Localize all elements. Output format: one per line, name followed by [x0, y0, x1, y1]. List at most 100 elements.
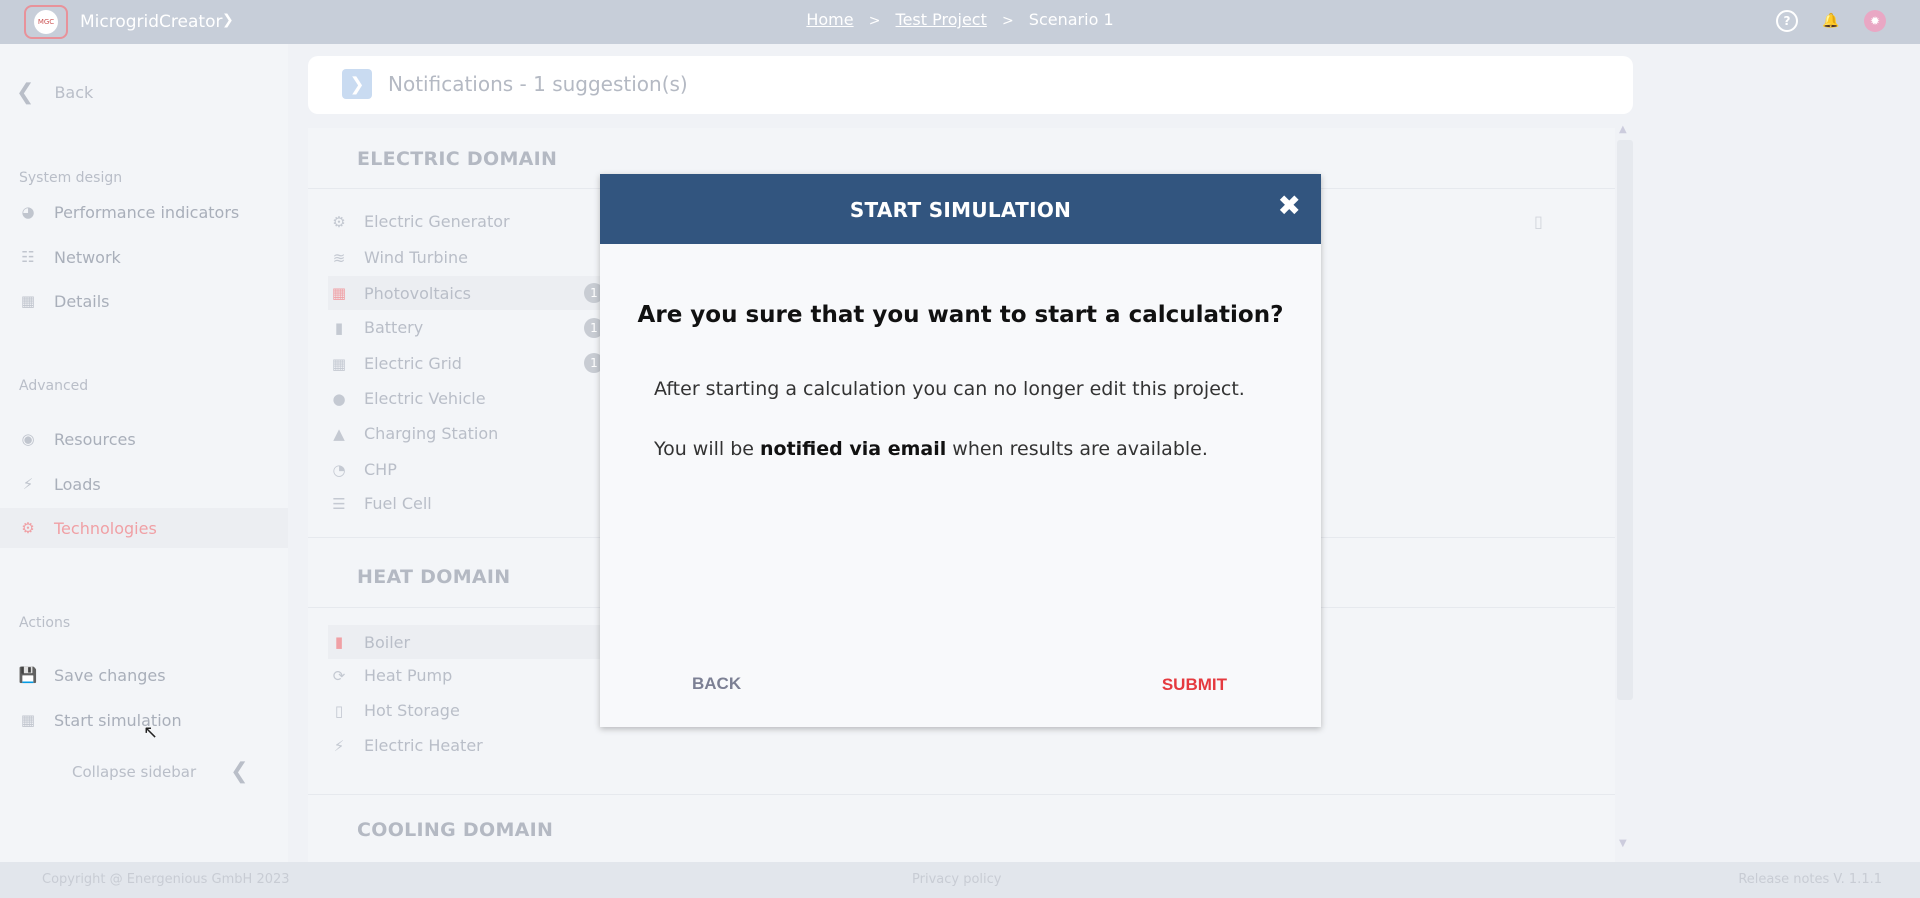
- tech-item-fuel-cell[interactable]: ☰ Fuel Cell: [328, 494, 432, 513]
- breadcrumb-scenario: Scenario 1: [1028, 10, 1114, 29]
- scroll-up-icon[interactable]: ▲: [1619, 124, 1627, 135]
- section-title-system-design: System design: [19, 170, 123, 186]
- car-icon: ●: [332, 389, 346, 408]
- help-icon[interactable]: ?: [1776, 10, 1798, 32]
- tech-item-label: Electric Vehicle: [364, 389, 486, 408]
- refresh-icon: ⟳: [332, 666, 346, 685]
- tech-item-electric-grid[interactable]: ▦ Electric Grid: [328, 354, 462, 373]
- breadcrumb-separator: >: [1001, 13, 1014, 29]
- breadcrumb-separator: >: [868, 13, 881, 29]
- trash-icon[interactable]: ▯: [1534, 212, 1543, 231]
- plug-icon: ⚡: [333, 736, 345, 755]
- sidebar-item-label: Network: [54, 247, 121, 267]
- footer: Copyright @ Energenious GmbH 2023 Privac…: [0, 862, 1920, 898]
- tech-item-electric-heater[interactable]: ⚡ Electric Heater: [328, 736, 483, 755]
- gears-icon: ⚙: [332, 212, 346, 231]
- dialog-paragraph-2-pre: You will be: [654, 438, 760, 460]
- start-simulation-dialog: START SIMULATION ✖ Are you sure that you…: [600, 174, 1321, 727]
- tech-item-charging-station[interactable]: ▲ Charging Station: [328, 424, 498, 443]
- chevron-right-icon[interactable]: ❯: [342, 69, 372, 99]
- tech-item-label: Fuel Cell: [364, 494, 432, 513]
- dialog-title: START SIMULATION: [849, 198, 1072, 222]
- gears-icon: ⚙: [21, 519, 35, 537]
- section-title-advanced: Advanced: [19, 378, 89, 394]
- sidebar-item-details[interactable]: ▦ Details: [0, 281, 288, 321]
- sidebar-item-technologies[interactable]: ⚙ Technologies: [0, 508, 288, 548]
- back-link[interactable]: ❮ Back: [16, 80, 93, 105]
- sidebar-item-loads[interactable]: ⚡ Loads: [0, 464, 288, 504]
- cooling-domain-title: COOLING DOMAIN: [357, 819, 554, 841]
- avatar-icon[interactable]: ✹: [1864, 10, 1886, 32]
- tech-item-label: Hot Storage: [364, 701, 460, 720]
- tech-item-wind-turbine[interactable]: ≋ Wind Turbine: [328, 248, 468, 267]
- tech-item-battery[interactable]: ▮ Battery: [328, 318, 423, 337]
- tech-item-label: Charging Station: [364, 424, 499, 443]
- sidebar-item-label: Loads: [54, 474, 101, 494]
- chp-icon: ◔: [332, 460, 346, 479]
- chevron-left-icon: ❮: [16, 80, 35, 105]
- sidebar-item-network[interactable]: ☷ Network: [0, 237, 288, 277]
- tech-item-electric-vehicle[interactable]: ● Electric Vehicle: [328, 389, 486, 408]
- notifications-text: Notifications - 1 suggestion(s): [388, 72, 688, 96]
- scrollbar[interactable]: [1617, 140, 1633, 700]
- sidebar-item-save-changes[interactable]: 💾 Save changes: [0, 655, 288, 695]
- globe-icon: ◉: [21, 430, 35, 448]
- breadcrumb-project[interactable]: Test Project: [896, 10, 987, 29]
- submit-button[interactable]: SUBMIT: [1162, 675, 1227, 695]
- back-button[interactable]: BACK: [692, 674, 741, 694]
- scroll-down-icon[interactable]: ▼: [1619, 838, 1627, 849]
- copyright-text: Copyright @ Energenious GmbH 2023: [42, 872, 290, 887]
- tech-item-photovoltaics[interactable]: ▦ Photovoltaics: [328, 276, 608, 310]
- tech-item-electric-generator[interactable]: ⚙ Electric Generator: [328, 212, 510, 231]
- tech-item-hot-storage[interactable]: ▯ Hot Storage: [328, 701, 460, 720]
- back-label: Back: [54, 83, 94, 102]
- tech-item-heat-pump[interactable]: ⟳ Heat Pump: [328, 666, 453, 685]
- tech-item-label: Photovoltaics: [364, 283, 471, 303]
- tech-item-label: Boiler: [364, 632, 411, 652]
- electric-domain-title: ELECTRIC DOMAIN: [357, 148, 558, 170]
- dialog-header: START SIMULATION ✖: [600, 174, 1321, 244]
- bolt-icon: ⚡: [22, 475, 34, 493]
- sidebar-item-resources[interactable]: ◉ Resources: [0, 419, 288, 459]
- network-icon: ☷: [21, 248, 35, 266]
- top-icons: ? 🔔 ✹: [1776, 10, 1886, 32]
- bell-icon[interactable]: 🔔: [1820, 10, 1842, 32]
- sidebar-item-label: Details: [54, 291, 110, 311]
- save-icon: 💾: [18, 666, 38, 684]
- privacy-policy-link[interactable]: Privacy policy: [912, 872, 1001, 887]
- heat-domain-title: HEAT DOMAIN: [357, 566, 511, 588]
- sidebar-item-performance-indicators[interactable]: ◕ Performance indicators: [0, 192, 288, 232]
- boiler-icon: ▮: [334, 633, 344, 651]
- section-title-actions: Actions: [19, 615, 71, 631]
- release-notes-link[interactable]: Release notes V. 1.1.1: [1738, 872, 1882, 887]
- breadcrumb: Home > Test Project > Scenario 1: [0, 10, 1920, 29]
- tech-item-boiler[interactable]: ▮ Boiler: [328, 625, 608, 659]
- tech-item-label: CHP: [364, 460, 397, 479]
- solar-panel-icon: ▦: [331, 284, 347, 302]
- tech-item-label: Heat Pump: [364, 666, 453, 685]
- dialog-paragraph-2-bold: notified via email: [760, 438, 947, 460]
- battery-icon: ▮: [334, 318, 344, 337]
- tech-item-label: Electric Grid: [364, 354, 462, 373]
- pie-chart-icon: ◕: [21, 203, 35, 221]
- table-icon: ▦: [20, 292, 36, 310]
- breadcrumb-home[interactable]: Home: [806, 10, 853, 29]
- grid-icon: ▦: [331, 354, 347, 373]
- sidebar-item-label: Start simulation: [54, 710, 182, 730]
- charging-station-icon: ▲: [333, 424, 345, 443]
- collapse-sidebar-label: Collapse sidebar: [72, 762, 197, 781]
- dialog-question: Are you sure that you want to start a ca…: [637, 302, 1284, 328]
- wind-icon: ≋: [332, 248, 346, 267]
- dialog-paragraph-2-post: when results are available.: [946, 438, 1208, 460]
- dialog-paragraph-1: After starting a calculation you can no …: [654, 378, 1245, 400]
- tech-item-label: Electric Generator: [364, 212, 510, 231]
- calculator-icon: ▦: [20, 711, 36, 729]
- sidebar-item-label: Resources: [54, 429, 136, 449]
- chevron-left-icon: ❮: [230, 759, 249, 784]
- close-icon[interactable]: ✖: [1278, 192, 1301, 220]
- collapse-sidebar-button[interactable]: Collapse sidebar ❮: [72, 759, 249, 784]
- tech-item-chp[interactable]: ◔ CHP: [328, 460, 397, 479]
- tech-item-label: Electric Heater: [364, 736, 483, 755]
- tech-item-label: Wind Turbine: [364, 248, 468, 267]
- sidebar-item-label: Technologies: [54, 518, 157, 538]
